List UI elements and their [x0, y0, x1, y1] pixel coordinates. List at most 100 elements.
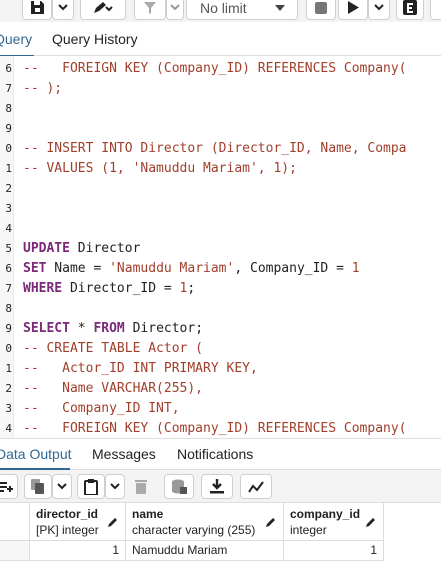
tab-data-output[interactable]: Data Output — [0, 439, 72, 470]
execute-button[interactable] — [338, 0, 368, 20]
code-token: UPDATE — [23, 241, 70, 256]
explain-button[interactable] — [396, 0, 424, 20]
code-text: SET Name = 'Namuddu Mariam', Company_ID … — [23, 259, 360, 279]
code-line[interactable]: 8 — [0, 299, 441, 319]
column-header-name[interactable]: name character varying (255) — [126, 503, 284, 541]
row-limit-select[interactable]: No limit — [186, 0, 298, 20]
code-text: UPDATE Director — [23, 239, 140, 259]
data-grid: director_id [PK] integer name character … — [0, 503, 441, 568]
column-header-director-id[interactable]: director_id [PK] integer — [30, 503, 126, 541]
tab-notifications-label: Notifications — [177, 446, 254, 462]
code-token: -- ); — [23, 81, 63, 96]
pen-icon[interactable] — [107, 516, 119, 528]
column-header-company-id[interactable]: company_id integer — [284, 503, 384, 541]
code-line[interactable]: 6 SET Name = 'Namuddu Mariam', Company_ID… — [0, 259, 441, 279]
code-line[interactable]: 3 — [0, 199, 441, 219]
tab-query-history[interactable]: Query History — [52, 22, 138, 56]
code-token: -- FOREIGN KEY (Company_ID) REFERENCES C… — [23, 61, 407, 76]
code-line[interactable]: 3 -- Company_ID INT, — [0, 399, 441, 419]
filter-button[interactable] — [134, 0, 166, 20]
filter-icon — [144, 1, 156, 14]
code-text: -- INSERT INTO Director (Director_ID, Na… — [23, 139, 407, 159]
edit-button[interactable] — [80, 0, 126, 20]
column-name: director_id — [36, 507, 99, 521]
code-line[interactable]: 9 — [0, 119, 441, 139]
column-type: integer — [290, 523, 327, 537]
execute-options-button[interactable] — [368, 0, 390, 20]
download-icon — [210, 479, 224, 494]
code-token: FROM — [93, 321, 125, 336]
code-text: SELECT * FROM Director; — [23, 319, 203, 339]
add-row-button[interactable] — [0, 474, 18, 499]
code-line[interactable]: 4 — [0, 219, 441, 239]
line-number: 5 — [5, 242, 12, 255]
delete-button[interactable] — [128, 474, 154, 499]
code-line[interactable]: 5 UPDATE Director — [0, 239, 441, 259]
save-data-button[interactable] — [164, 474, 194, 499]
line-number: 2 — [5, 382, 12, 395]
tab-query-label: Query — [0, 31, 33, 47]
save-options-button[interactable] — [52, 0, 74, 20]
explain-options-button[interactable] — [430, 0, 441, 20]
download-button[interactable] — [201, 474, 233, 499]
code-text: -- FOREIGN KEY (Company_ID) REFERENCES C… — [23, 59, 407, 79]
code-token: -- Company_ID INT, — [23, 401, 180, 416]
tab-messages[interactable]: Messages — [92, 439, 156, 469]
tab-query[interactable]: Query — [0, 22, 34, 57]
stop-icon — [315, 1, 327, 14]
table-cell-company-id[interactable]: 1 — [284, 541, 384, 561]
code-line[interactable]: 2 -- Name VARCHAR(255), — [0, 379, 441, 399]
code-line[interactable]: 4 -- FOREIGN KEY (Company_ID) REFERENCES … — [0, 419, 441, 438]
line-number: 4 — [5, 222, 12, 235]
code-text: -- FOREIGN KEY (Company_ID) REFERENCES C… — [23, 419, 407, 438]
row-header-corner — [0, 503, 30, 541]
table-cell-director-id[interactable]: 1 — [30, 541, 126, 561]
code-token: * — [69, 321, 94, 336]
query-toolbar: No limit — [0, 0, 441, 22]
paste-button[interactable] — [77, 474, 105, 499]
line-number: 6 — [5, 62, 12, 75]
results-toolbar — [0, 470, 441, 503]
line-number: 2 — [5, 182, 12, 195]
code-token: -- FOREIGN KEY (Company_ID) REFERENCES C… — [23, 421, 407, 436]
save-button[interactable] — [22, 0, 52, 20]
code-text: -- Name VARCHAR(255), — [23, 379, 203, 399]
code-line[interactable]: 0 -- CREATE TABLE Actor ( — [0, 339, 441, 359]
line-number: 1 — [5, 162, 12, 175]
code-line[interactable]: 6 -- FOREIGN KEY (Company_ID) REFERENCES … — [0, 59, 441, 79]
filter-options-button[interactable] — [166, 0, 184, 20]
pen-icon[interactable] — [365, 516, 377, 528]
copy-button[interactable] — [24, 474, 52, 499]
copy-options-button[interactable] — [52, 474, 72, 499]
line-number: 8 — [5, 102, 12, 115]
paste-options-button[interactable] — [105, 474, 125, 499]
stop-button[interactable] — [306, 0, 336, 20]
pen-icon[interactable] — [265, 516, 277, 528]
line-number: 6 — [5, 262, 12, 275]
column-name: company_id — [290, 507, 361, 521]
code-line[interactable]: 1 -- VALUES (1, 'Namuddu Mariam', 1); — [0, 159, 441, 179]
line-number: 7 — [5, 282, 12, 295]
code-token: Director_ID = — [62, 281, 180, 296]
graph-visualiser-button[interactable] — [240, 474, 272, 499]
code-token: ; — [187, 281, 196, 296]
code-token: SET — [23, 261, 47, 276]
code-line[interactable]: 0 -- INSERT INTO Director (Director_ID, N… — [0, 139, 441, 159]
code-token: Director; — [124, 321, 204, 336]
code-line[interactable]: 7 -- ); — [0, 79, 441, 99]
code-token: Director — [69, 241, 141, 256]
code-line[interactable]: 7 WHERE Director_ID = 1; — [0, 279, 441, 299]
code-line[interactable]: 9 SELECT * FROM Director; — [0, 319, 441, 339]
code-line[interactable]: 8 — [0, 99, 441, 119]
code-token: -- Actor_ID INT PRIMARY KEY, — [23, 361, 258, 376]
table-cell-name[interactable]: Namuddu Mariam — [126, 541, 284, 561]
chevron-down-icon — [170, 4, 180, 11]
code-line[interactable]: 2 — [0, 179, 441, 199]
pen-icon — [94, 1, 113, 13]
tab-notifications[interactable]: Notifications — [177, 439, 253, 469]
sql-editor[interactable]: 6 -- FOREIGN KEY (Company_ID) REFERENCES … — [0, 56, 441, 438]
line-number: 0 — [5, 142, 12, 155]
row-number-cell[interactable] — [0, 541, 30, 561]
code-line[interactable]: 1 -- Actor_ID INT PRIMARY KEY, — [0, 359, 441, 379]
code-text: WHERE Director_ID = 1; — [23, 279, 195, 299]
